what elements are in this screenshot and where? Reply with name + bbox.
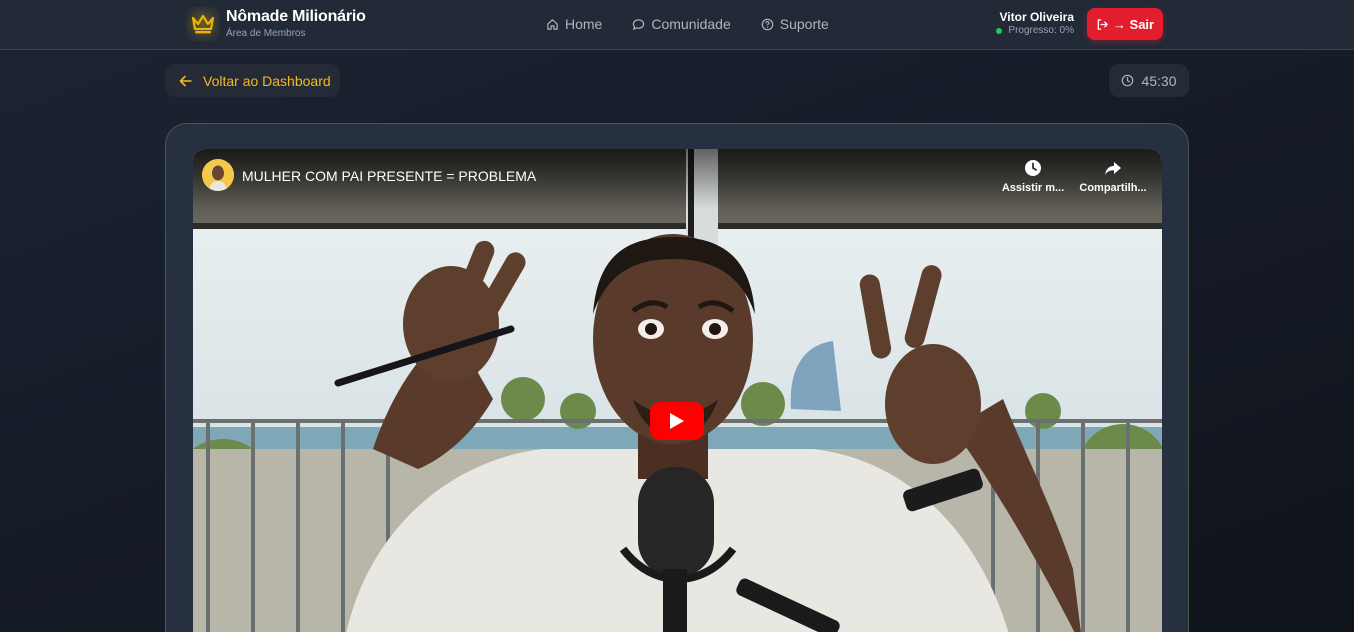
- clock-icon: [1122, 74, 1134, 87]
- crown-icon: [186, 7, 220, 41]
- top-navbar: Nômade Milionário Área de Membros Home C…: [0, 0, 1354, 50]
- video-player[interactable]: MULHER COM PAI PRESENTE = PROBLEMA Assis…: [193, 149, 1162, 632]
- logout-button[interactable]: → Sair: [1087, 8, 1163, 40]
- watch-later-button[interactable]: Assistir m...: [997, 159, 1069, 194]
- home-icon: [547, 18, 558, 30]
- user-progress: Progresso: 0%: [1008, 25, 1074, 36]
- video-title[interactable]: MULHER COM PAI PRESENTE = PROBLEMA: [242, 168, 536, 184]
- share-arrow-icon: [1105, 162, 1121, 175]
- share-label: Compartilh...: [1079, 182, 1147, 194]
- chat-bubble-icon: [633, 18, 645, 30]
- nav-label: Suporte: [779, 16, 829, 32]
- user-info: Vitor Oliveira Progresso: 0%: [996, 11, 1074, 36]
- duration-value: 45:30: [1141, 72, 1177, 89]
- nav-item-home[interactable]: Home: [546, 16, 602, 32]
- play-icon: [670, 413, 684, 429]
- video-thumbnail: [193, 149, 1162, 632]
- help-circle-icon: [761, 18, 774, 30]
- nav-label: Comunidade: [651, 16, 731, 32]
- clock-icon: [1025, 160, 1041, 176]
- back-to-dashboard-button[interactable]: Voltar ao Dashboard: [165, 64, 340, 97]
- watch-later-label: Assistir m...: [1001, 182, 1065, 194]
- brand-title: Nômade Milionário: [226, 8, 366, 25]
- logout-icon: [1097, 18, 1108, 30]
- main-nav: Home Comunidade Suporte: [546, 0, 859, 48]
- back-label: Voltar ao Dashboard: [203, 72, 331, 89]
- online-status-dot: [996, 28, 1003, 34]
- arrow-left-icon: [179, 75, 192, 86]
- user-name: Vitor Oliveira: [999, 10, 1074, 24]
- channel-avatar[interactable]: [202, 159, 234, 191]
- logout-label: → Sair: [1112, 16, 1155, 32]
- lesson-duration: 45:30: [1109, 64, 1189, 97]
- nav-label: Home: [565, 16, 603, 32]
- play-button[interactable]: [650, 402, 704, 440]
- nav-item-suporte[interactable]: Suporte: [761, 16, 829, 32]
- brand-subtitle: Área de Membros: [226, 28, 306, 39]
- share-button[interactable]: Compartilh...: [1077, 159, 1149, 194]
- nav-item-comunidade[interactable]: Comunidade: [632, 16, 731, 32]
- brand[interactable]: Nômade Milionário Área de Membros: [186, 7, 366, 41]
